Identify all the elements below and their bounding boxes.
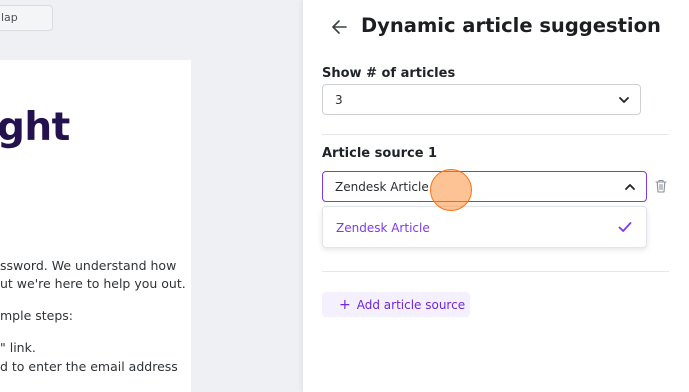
article-card: ght ssword. We understand how ut we're h…	[0, 60, 191, 392]
section-divider	[322, 271, 669, 272]
article-text-line: ut we're here to help you out.	[0, 276, 186, 291]
add-article-source-button[interactable]: + Add article source	[322, 292, 470, 317]
dropdown-option-zendesk-article[interactable]: Zendesk Article	[323, 207, 646, 247]
show-articles-select[interactable]: 3	[322, 84, 641, 115]
arrow-left-icon	[332, 20, 347, 34]
article-source-dropdown: Zendesk Article	[322, 206, 647, 248]
article-text-line: " link.	[0, 340, 36, 355]
plus-icon: +	[339, 297, 351, 313]
show-articles-label: Show # of articles	[322, 66, 456, 81]
check-icon	[618, 222, 632, 232]
article-source-value: Zendesk Article	[335, 180, 429, 194]
article-text-line: mple steps:	[0, 308, 74, 323]
back-button[interactable]	[329, 16, 351, 38]
delete-source-button[interactable]	[654, 178, 668, 194]
article-text-line: d to enter the email address	[0, 359, 178, 374]
chevron-down-icon	[619, 97, 629, 103]
article-source-select[interactable]: Zendesk Article	[322, 171, 647, 202]
show-articles-value: 3	[335, 93, 343, 107]
section-divider	[322, 134, 669, 135]
trash-icon	[655, 179, 667, 193]
panel-title: Dynamic article suggestion	[361, 14, 661, 37]
settings-panel: Dynamic article suggestion Show # of art…	[303, 0, 689, 392]
option-label: Zendesk Article	[336, 221, 430, 235]
chevron-up-icon	[625, 184, 635, 190]
top-chip[interactable]: lap	[0, 5, 53, 31]
article-headline: ght	[0, 105, 70, 150]
article-source-label: Article source 1	[322, 146, 438, 161]
article-text-line: ssword. We understand how	[0, 258, 177, 273]
article-preview-area: lap ght ssword. We understand how ut we'…	[0, 0, 303, 392]
add-article-source-label: Add article source	[356, 298, 466, 312]
